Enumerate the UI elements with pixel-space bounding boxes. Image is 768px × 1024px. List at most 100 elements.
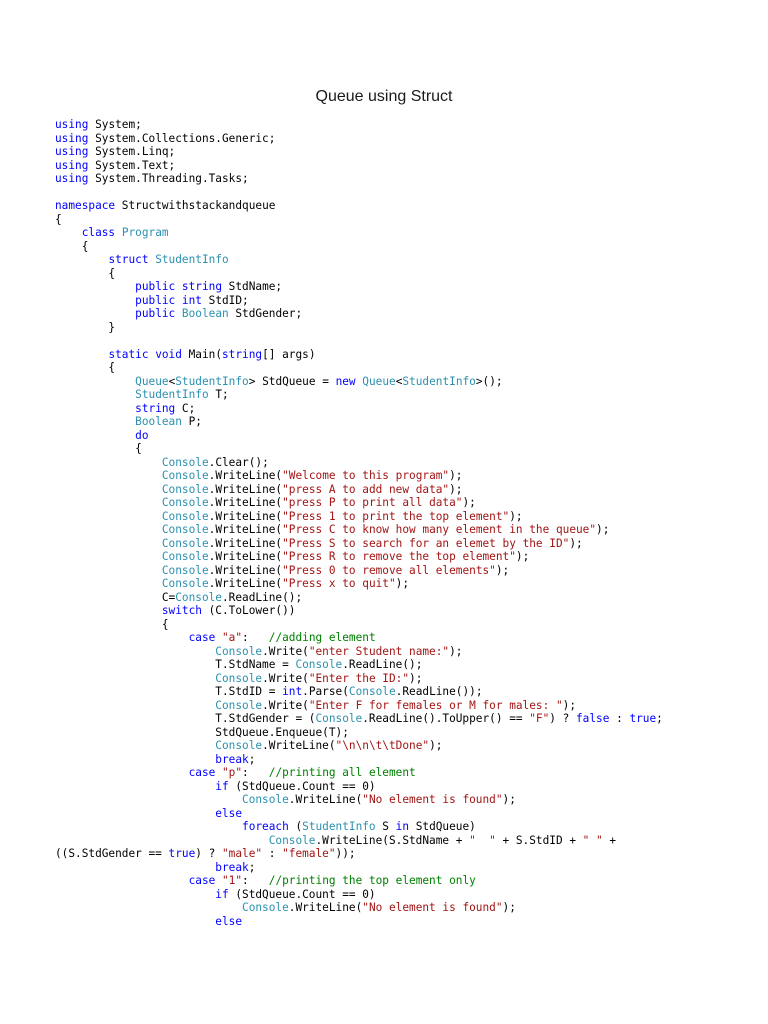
code-text: .WriteLine(S.StdName + [315, 833, 470, 847]
code-type: Console [161, 577, 209, 590]
code-line: Boolean P; [55, 415, 755, 429]
code-string: "Press S to search for an elemet by the … [282, 536, 570, 550]
code-keyword: true [629, 712, 657, 725]
code-keyword: int [181, 293, 202, 307]
code-text: System.Text; [88, 158, 176, 172]
code-string: "Enter F for females or M for males: " [308, 698, 563, 712]
code-text: ); [409, 671, 423, 685]
code-text: .Write( [262, 644, 309, 658]
code-string: "Press x to quit" [282, 577, 396, 590]
code-line: if (StdQueue.Count == 0) [55, 780, 755, 794]
code-string: "Press 0 to remove all elements" [282, 563, 496, 577]
code-text: .ReadLine()); [395, 685, 483, 698]
code-line: Console.WriteLine("\n\n\t\tDone"); [55, 739, 755, 753]
code-line: else [55, 807, 755, 821]
code-text: System.Linq; [88, 145, 176, 158]
code-keyword: true [168, 847, 196, 860]
code-text: { [55, 266, 116, 280]
code-keyword: using [55, 131, 89, 145]
code-text: .WriteLine( [208, 523, 283, 536]
code-block: using System; using System.Collections.Ge… [55, 118, 755, 928]
code-type: Console [295, 658, 343, 671]
code-keyword: false [576, 712, 610, 725]
code-text: } [55, 320, 116, 334]
code-type: Console [215, 671, 263, 685]
code-line: break; [55, 861, 755, 875]
code-text: T; [208, 388, 229, 401]
code-text: (C.ToLower()) [201, 604, 296, 617]
code-text: P; [181, 415, 202, 428]
code-text: System.Threading.Tasks; [88, 172, 249, 185]
code-line: Console.WriteLine("Press R to remove the… [55, 550, 755, 564]
code-line: } [55, 321, 755, 335]
code-text: ; [248, 752, 256, 766]
code-text: ( [288, 820, 303, 833]
code-keyword: namespace [55, 199, 116, 212]
code-string: "\n\n\t\tDone" [335, 739, 430, 752]
code-keyword: using [55, 172, 89, 185]
code-line: class Program [55, 226, 755, 240]
code-comment: //printing the top element only [268, 874, 476, 887]
code-text: ); [509, 509, 523, 523]
code-keyword: static [108, 347, 149, 361]
code-text: StdGender; [228, 307, 303, 320]
code-text: { [55, 212, 62, 226]
code-keyword: string [222, 347, 263, 361]
code-string: "a" [222, 631, 243, 644]
code-line: Console.WriteLine("press P to print all … [55, 496, 755, 510]
code-string: "male" [221, 847, 263, 860]
code-type: StudentInfo [135, 388, 209, 401]
code-string: "1" [222, 874, 243, 887]
code-type: Console [161, 536, 209, 550]
code-line: case "p": //printing all element [55, 766, 755, 780]
code-keyword: using [55, 118, 89, 131]
code-text: + S.StdID + [495, 833, 583, 847]
code-type: StudentInfo [155, 253, 229, 266]
code-text: .WriteLine( [208, 496, 283, 509]
code-line: switch (C.ToLower()) [55, 604, 755, 618]
code-text: ); [569, 536, 583, 550]
code-text: Structwithstackandqueue [115, 199, 276, 212]
code-line: Console.WriteLine("Press 0 to remove all… [55, 564, 755, 578]
code-text: { [55, 239, 89, 253]
code-type: StudentInfo [175, 374, 249, 388]
code-text: ); [395, 577, 410, 590]
code-text: ) ? [549, 712, 576, 725]
code-keyword: string [135, 401, 176, 415]
code-text: T.StdName = [55, 658, 296, 671]
code-text: StdQueue.Enqueue(T); [55, 725, 349, 739]
code-text: .ReadLine(); [222, 590, 303, 604]
code-text: .Write( [262, 698, 309, 712]
code-type: Console [161, 550, 209, 563]
code-text: .ReadLine().ToUpper() == [362, 712, 530, 725]
code-line: Console.Write("enter Student name:"); [55, 645, 755, 659]
code-text: .WriteLine( [208, 482, 283, 496]
code-keyword: void [155, 347, 182, 361]
code-text: .ReadLine(); [342, 658, 423, 671]
code-text: System; [88, 118, 142, 131]
code-type: Console [161, 496, 209, 509]
code-text: .WriteLine( [288, 793, 363, 806]
code-text: ); [462, 496, 476, 509]
code-line: using System.Collections.Generic; [55, 132, 755, 146]
code-keyword: if [215, 779, 229, 793]
code-type: Console [161, 469, 209, 482]
code-line: { [55, 213, 755, 227]
code-text: ; [248, 860, 256, 874]
code-text: : [242, 766, 269, 779]
code-string: "No element is found" [362, 901, 503, 914]
